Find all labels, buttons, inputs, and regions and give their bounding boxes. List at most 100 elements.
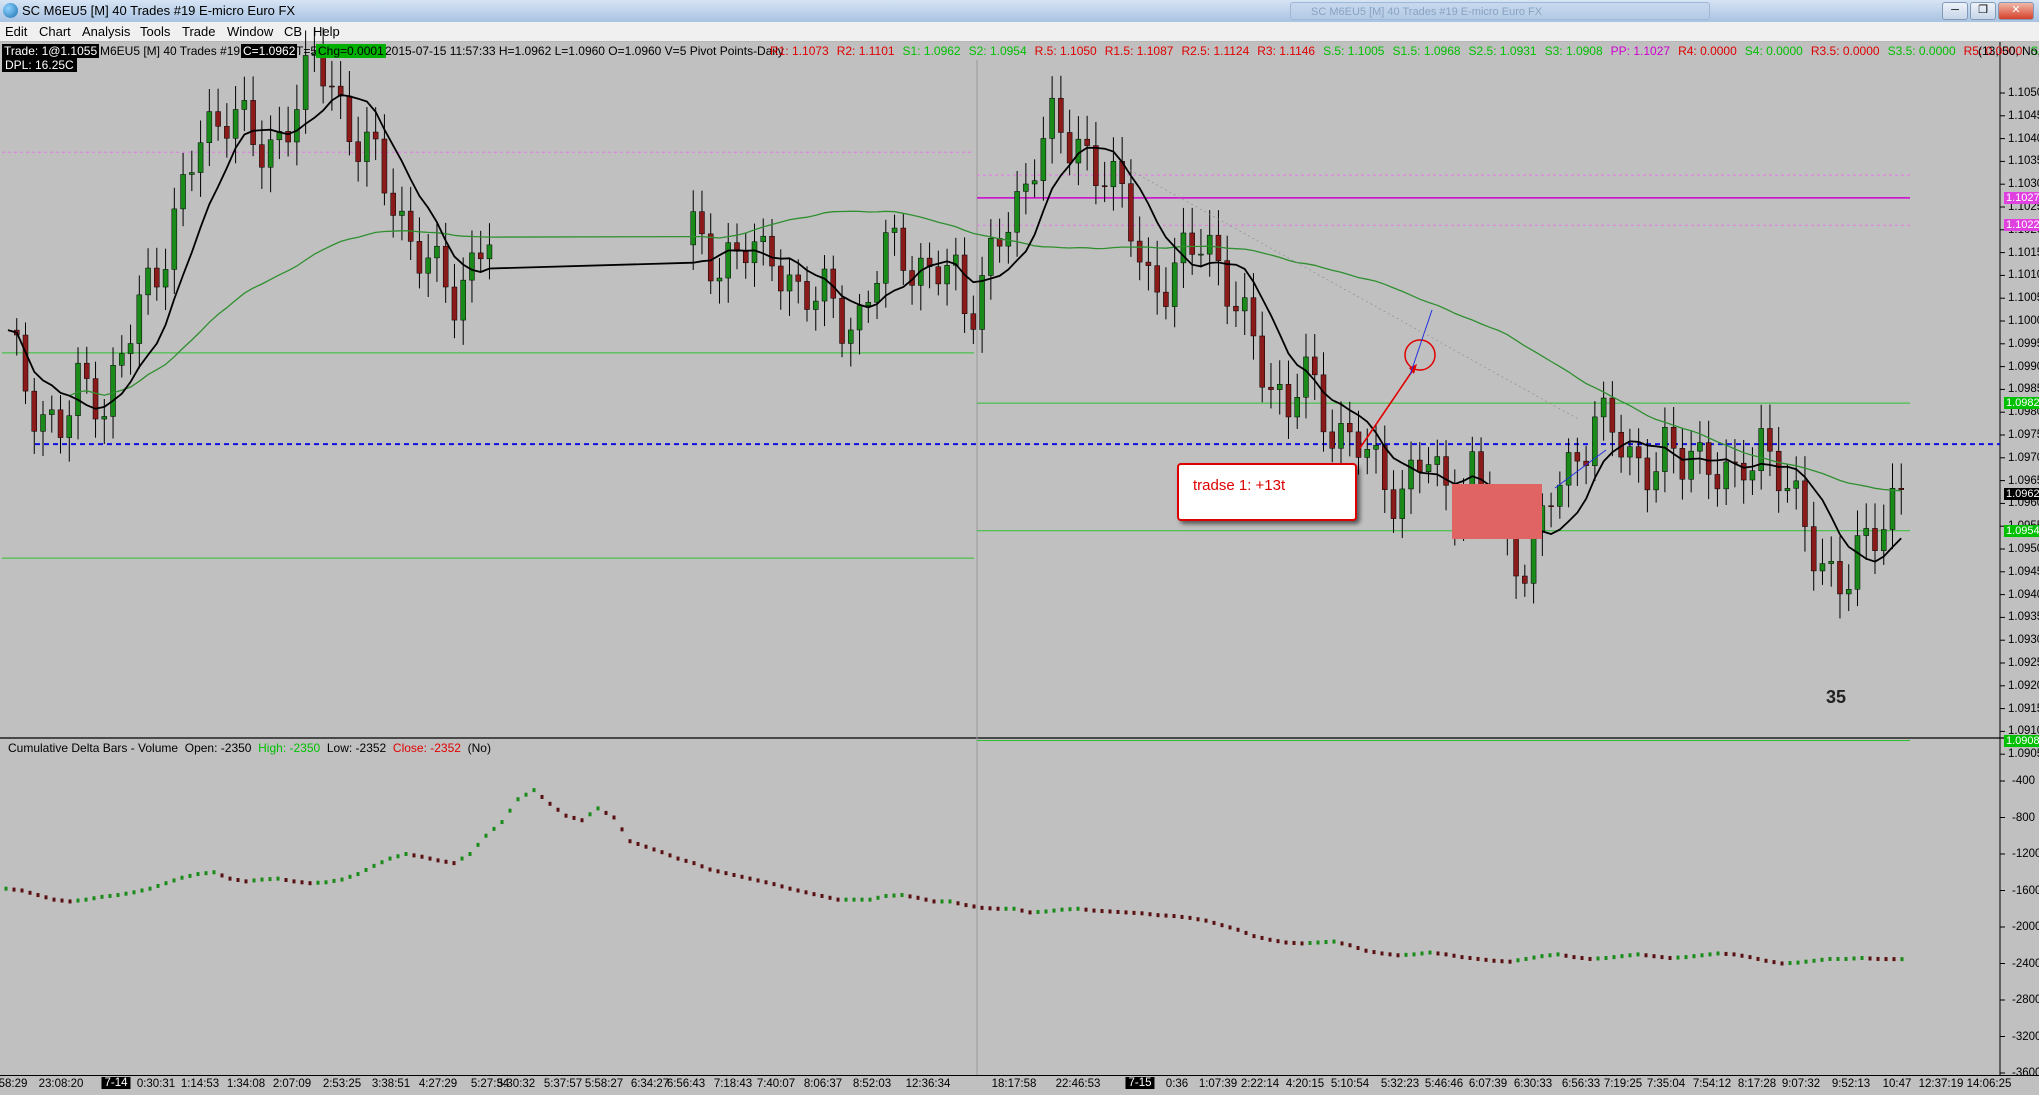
candle: [364, 131, 370, 162]
candle: [1250, 297, 1257, 337]
delta-bar: [196, 872, 200, 877]
delta-bar: [1268, 937, 1272, 942]
delta-bar: [956, 901, 960, 906]
candle: [699, 211, 705, 235]
delta-bar: [1740, 953, 1744, 958]
candle: [1329, 431, 1335, 449]
time-tick-label: 12:36:34: [905, 1078, 951, 1090]
candle: [390, 192, 396, 216]
delta-bar: [156, 883, 160, 888]
delta-bar: [316, 880, 320, 885]
time-tick-label: 3:38:51: [371, 1078, 411, 1090]
delta-tick-label: -2000: [2012, 921, 2039, 933]
candle: [1338, 423, 1344, 449]
time-tick-label: 23:08:20: [38, 1078, 84, 1090]
candle: [769, 235, 775, 267]
candle: [40, 414, 46, 432]
candle: [1101, 185, 1108, 188]
delta-bar: [388, 856, 392, 861]
delta-bar: [140, 888, 144, 893]
price-tag: 1.1022: [2004, 219, 2039, 232]
candle: [1688, 450, 1694, 480]
candle: [119, 353, 125, 366]
candle: [145, 267, 151, 296]
candle: [1784, 488, 1791, 492]
price-tick-label: 1.0970: [2008, 451, 2039, 464]
delta-bar: [1004, 906, 1008, 911]
delta-bar: [308, 881, 312, 886]
delta-bar: [1436, 951, 1440, 956]
price-tick-label: 1.1000: [2008, 315, 2039, 327]
delta-bar: [116, 893, 120, 898]
price-tag: 1.0962: [2004, 488, 2039, 501]
delta-bar: [732, 872, 736, 877]
trade-callout[interactable]: tradse 1: +13t: [1177, 463, 1357, 521]
delta-bar: [748, 876, 752, 881]
candle: [1382, 445, 1388, 490]
delta-bar: [1868, 956, 1872, 961]
pivot-value: S3: 1.0908: [1544, 44, 1603, 58]
delta-bar: [1188, 915, 1192, 920]
delta-bar: [1516, 958, 1520, 963]
delta-bar: [276, 876, 280, 881]
delta-bar: [1332, 939, 1336, 944]
delta-bar: [1420, 951, 1424, 956]
candle: [1066, 132, 1073, 164]
candle: [1311, 356, 1318, 376]
delta-bar: [252, 878, 256, 883]
delta-bar: [1444, 952, 1448, 957]
delta-bar: [724, 871, 728, 876]
delta-bar: [1852, 956, 1856, 961]
delta-bar: [628, 839, 632, 844]
delta-bar: [524, 792, 528, 797]
time-tick-label: 9:52:13: [1831, 1078, 1871, 1090]
delta-bar: [348, 874, 352, 879]
delta-bar: [1596, 956, 1600, 961]
candle: [434, 245, 440, 259]
candle: [241, 100, 248, 110]
candle: [1320, 374, 1327, 433]
candle: [1872, 528, 1878, 551]
time-tick-label: 0:36: [1165, 1078, 1189, 1090]
chart-canvas[interactable]: [0, 0, 2039, 1094]
delta-bar: [1828, 956, 1832, 961]
delta-bar: [708, 867, 712, 872]
price-tick-label: 1.1050: [2008, 87, 2039, 99]
pivot-value: R.5: 1.1050: [1034, 44, 1097, 58]
delta-bar: [900, 893, 904, 898]
delta-bar: [1500, 959, 1504, 964]
delta-bar: [92, 896, 96, 901]
delta-bar: [204, 871, 208, 876]
delta-bar: [740, 874, 744, 879]
candle: [224, 126, 230, 139]
candle: [961, 254, 968, 314]
candle: [1259, 335, 1265, 388]
delta-bar: [1660, 955, 1664, 960]
delta-bar: [1460, 955, 1464, 960]
delta-bar: [1764, 958, 1768, 963]
delta-bar: [1620, 954, 1624, 959]
candle: [1303, 356, 1309, 398]
delta-bar: [1652, 954, 1656, 959]
candle: [848, 329, 854, 344]
time-axis[interactable]: 58:29 23:08:20 0:30:31 1:14:53 1:34:08 2:07:0…: [0, 1075, 2039, 1095]
candle: [742, 251, 749, 264]
candle: [778, 265, 784, 292]
delta-bar: [1884, 957, 1888, 962]
time-tick-label: 5:58:27: [584, 1078, 624, 1090]
time-tick-label: 5:32:23: [1380, 1078, 1420, 1090]
candle: [839, 297, 845, 344]
price-tick-label: 1.0905: [2008, 748, 2039, 761]
delta-bar: [60, 898, 64, 903]
delta-bar: [908, 894, 912, 899]
candle: [804, 281, 810, 310]
delta-bar: [884, 893, 888, 898]
candle: [346, 95, 353, 143]
time-tick-label: 8:17:28: [1737, 1078, 1777, 1090]
price-tick-label: 1.1030: [2008, 178, 2039, 191]
candle: [1679, 448, 1686, 480]
candle: [716, 277, 723, 282]
delta-bar: [4, 886, 8, 891]
pivot-value: R2: 1.1101: [836, 44, 895, 58]
delta-bar: [52, 897, 56, 902]
